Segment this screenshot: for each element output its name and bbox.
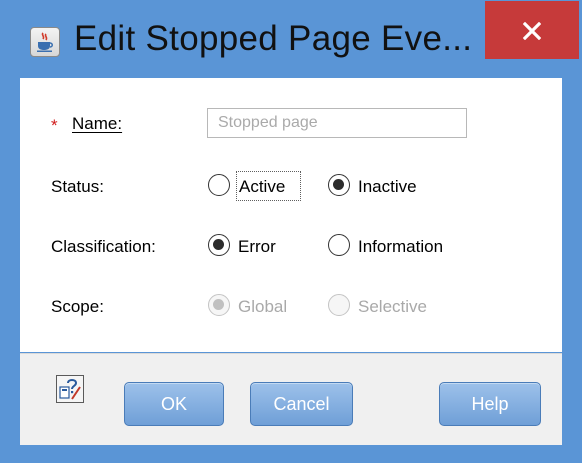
required-asterisk: * <box>51 116 58 135</box>
classification-error-label[interactable]: Error <box>238 237 276 257</box>
status-label: Status: <box>51 177 104 196</box>
dialog-window: Edit Stopped Page Eve... * Name: Status:… <box>0 0 582 463</box>
name-label: Name: <box>72 114 123 133</box>
title-bar[interactable]: Edit Stopped Page Eve... <box>0 0 582 78</box>
classification-information-radio[interactable] <box>328 234 350 256</box>
close-icon <box>523 22 541 40</box>
cancel-button[interactable]: Cancel <box>250 382 353 426</box>
status-inactive-radio[interactable] <box>328 174 350 196</box>
form-panel: * Name: Status: Active Inactive Classifi… <box>20 78 562 352</box>
help-button[interactable]: Help <box>439 382 541 426</box>
status-inactive-label[interactable]: Inactive <box>358 177 417 197</box>
scope-selective-label: Selective <box>358 297 427 316</box>
classification-label: Classification: <box>51 237 156 256</box>
close-button[interactable] <box>485 1 579 59</box>
name-input[interactable] <box>207 108 467 138</box>
scope-selective-radio <box>328 294 350 316</box>
scope-global-radio <box>208 294 230 316</box>
context-help-icon[interactable] <box>56 375 84 403</box>
window-title: Edit Stopped Page Eve... <box>74 19 473 58</box>
ok-button[interactable]: OK <box>124 382 224 426</box>
classification-information-label[interactable]: Information <box>358 237 443 257</box>
scope-label: Scope: <box>51 297 104 316</box>
button-bar: OK Cancel Help <box>20 353 562 445</box>
scope-global-label: Global <box>238 297 288 316</box>
classification-error-radio[interactable] <box>208 234 230 256</box>
java-coffee-cup-icon[interactable] <box>30 27 60 57</box>
status-active-radio[interactable] <box>208 174 230 196</box>
status-active-label[interactable]: Active <box>239 177 285 197</box>
